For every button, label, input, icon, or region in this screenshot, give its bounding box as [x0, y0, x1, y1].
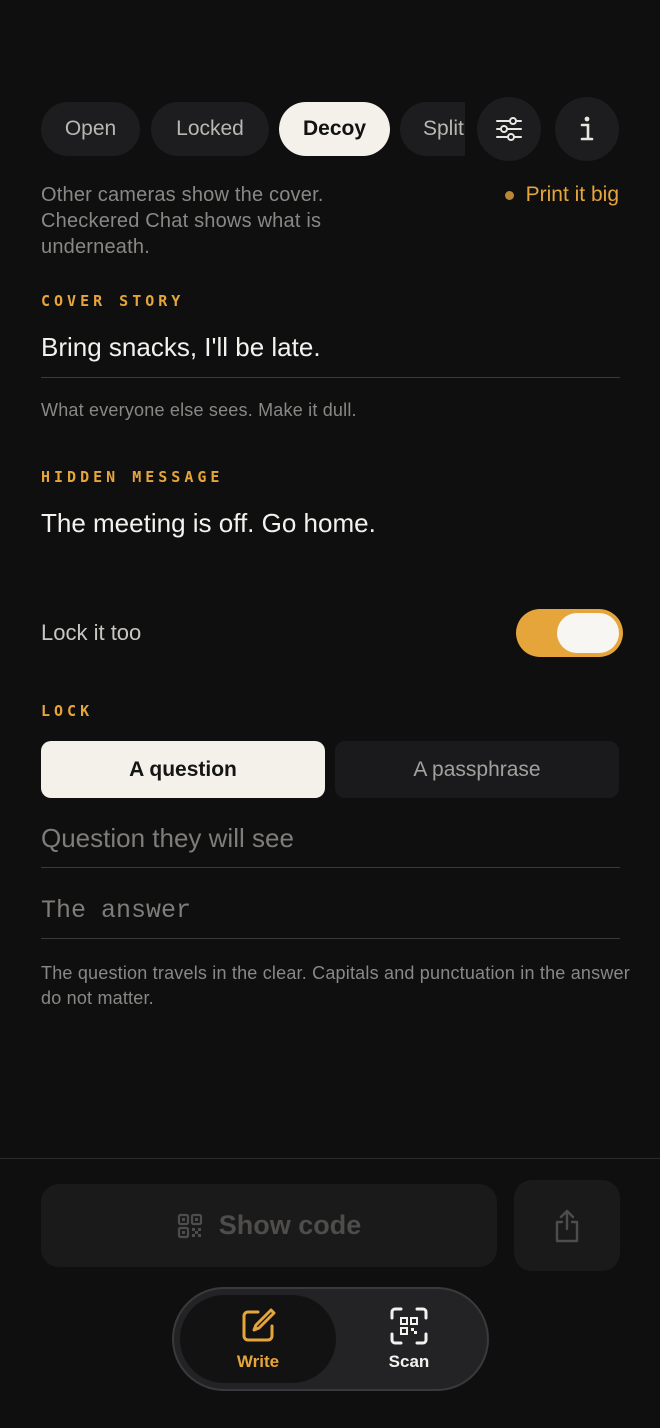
toggle-knob	[557, 613, 619, 653]
cover-story-divider	[41, 377, 620, 378]
qr-code-icon	[177, 1213, 202, 1238]
answer-input[interactable]	[41, 892, 620, 928]
tab-write[interactable]: Write	[180, 1295, 336, 1383]
footer-divider	[0, 1158, 660, 1159]
mode-description: Other cameras show the cover. Checkered …	[41, 184, 324, 258]
question-divider	[41, 867, 620, 868]
info-button[interactable]	[555, 97, 619, 161]
status-dot	[504, 190, 514, 200]
lock-label: LOCK	[41, 702, 94, 720]
tab-locked[interactable]: Locked	[151, 102, 269, 156]
hidden-message-label: HIDDEN MESSAGE	[41, 468, 224, 486]
tab-open[interactable]: Open	[41, 102, 140, 156]
tab-split[interactable]: Split	[400, 102, 465, 156]
hidden-message-input[interactable]: The meeting is off. Go home.	[41, 508, 376, 539]
mode-tabs: Open Locked Decoy Split	[41, 102, 465, 156]
qr-scan-icon	[390, 1307, 428, 1345]
lock-option-question[interactable]: A question	[41, 741, 325, 798]
answer-divider	[41, 938, 620, 939]
cover-story-hint: What everyone else sees. Make it dull.	[41, 400, 357, 420]
share-icon	[555, 1209, 579, 1242]
tab-write-label: Write	[236, 1352, 280, 1371]
settings-button[interactable]	[477, 97, 541, 161]
lock-hint: The question travels in the clear. Capit…	[41, 963, 630, 1008]
lock-option-passphrase[interactable]: A passphrase	[335, 741, 619, 798]
cover-story-label: COVER STORY	[41, 292, 185, 310]
lock-toggle-label: Lock it too	[41, 620, 142, 645]
share-button[interactable]	[514, 1180, 620, 1271]
sliders-icon	[496, 117, 522, 141]
show-code-button[interactable]: Show code	[41, 1184, 497, 1267]
question-input[interactable]	[41, 820, 620, 856]
cover-story-input[interactable]: Bring snacks, I'll be late.	[41, 332, 321, 363]
edit-icon	[242, 1308, 276, 1342]
show-code-label: Show code	[218, 1210, 362, 1240]
print-big-link[interactable]: Print it big	[504, 181, 619, 209]
print-big-label: Print it big	[525, 183, 619, 206]
info-icon	[580, 116, 594, 141]
tab-bar: Write Scan	[172, 1287, 489, 1391]
tab-scan-label: Scan	[388, 1352, 430, 1371]
tab-scan[interactable]: Scan	[334, 1295, 484, 1383]
lock-toggle[interactable]	[516, 609, 623, 657]
tab-decoy[interactable]: Decoy	[279, 102, 390, 156]
